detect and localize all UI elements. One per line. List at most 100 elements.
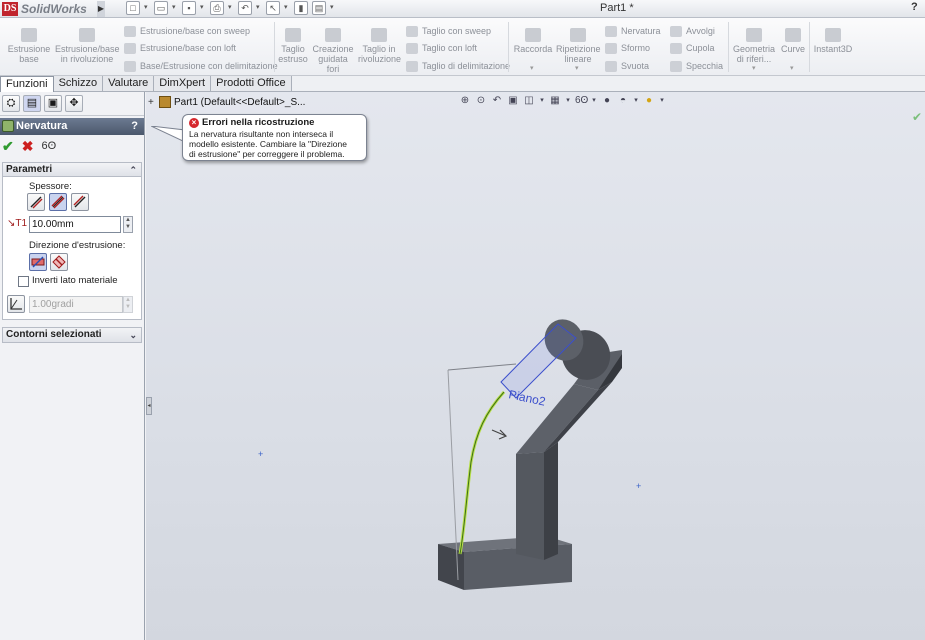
thickness-spinner[interactable]: ▲ ▼: [123, 216, 133, 233]
dimxpert-manager-tab-icon[interactable]: ✥: [65, 95, 83, 112]
boundary-boss-button[interactable]: Base/Estrusione con delimitazione: [124, 59, 278, 73]
instant3d-button[interactable]: Instant3D: [812, 28, 854, 54]
collapse-chevron-icon[interactable]: ⌃: [129, 163, 137, 177]
draft-angle-spinner[interactable]: ▲ ▼: [123, 296, 133, 313]
previous-view-icon[interactable]: ↶: [491, 95, 503, 107]
hole-wizard-button[interactable]: Creazione guidata fori: [311, 28, 355, 74]
apply-scene-icon[interactable]: ◓: [617, 95, 629, 107]
estrusione-base-button[interactable]: Estrusione base: [6, 28, 52, 64]
sweep-boss-button[interactable]: Estrusione/base con sweep: [124, 24, 250, 38]
revolve-cut-button[interactable]: Taglio in rivoluzione: [358, 28, 401, 64]
loft-boss-button[interactable]: Estrusione/base con loft: [124, 41, 236, 55]
thickness-side2-button[interactable]: [71, 193, 89, 211]
display-style-dropdown-icon[interactable]: ▾: [565, 95, 571, 107]
hide-show-items-icon[interactable]: 6ʘ: [575, 95, 588, 107]
parametri-header[interactable]: Parametri ⌃: [3, 163, 141, 177]
tab-schizzo[interactable]: Schizzo: [53, 76, 104, 91]
open-dropdown-icon[interactable]: ▾: [172, 1, 178, 15]
shell-button[interactable]: Svuota: [605, 59, 649, 73]
graphics-area[interactable]: Piano2 + + + Part1 (Default<<Default>_S.…: [146, 92, 925, 640]
tab-valutare[interactable]: Valutare: [103, 76, 155, 91]
view-orientation-dropdown-icon[interactable]: ▾: [539, 95, 545, 107]
thickness-both-sides-button[interactable]: [49, 193, 67, 211]
curves-dropdown-icon[interactable]: ▾: [790, 64, 794, 72]
undo-icon[interactable]: ↶: [238, 1, 252, 15]
view-settings-icon[interactable]: ●: [643, 95, 655, 107]
expand-plus-icon[interactable]: +: [148, 97, 156, 108]
property-manager-tab-icon[interactable]: ▤: [23, 95, 41, 112]
panel-collapse-handle[interactable]: ◂: [146, 397, 152, 415]
rib-button[interactable]: Nervatura: [605, 24, 661, 38]
cancel-x-icon[interactable]: ✖: [22, 138, 34, 155]
column-side-face[interactable]: [544, 442, 558, 560]
display-style-icon[interactable]: ▦: [549, 95, 561, 107]
draft-toggle-button[interactable]: [7, 295, 25, 313]
new-dropdown-icon[interactable]: ▾: [144, 1, 150, 15]
curves-button[interactable]: Curve: [778, 28, 808, 54]
sweep-cut-button[interactable]: Taglio con sweep: [406, 24, 491, 38]
zoom-to-area-icon[interactable]: ⊙: [475, 95, 487, 107]
tab-prodotti-office[interactable]: Prodotti Office: [211, 76, 292, 91]
apply-scene-dropdown-icon[interactable]: ▾: [633, 95, 639, 107]
configuration-manager-tab-icon[interactable]: ▣: [44, 95, 62, 112]
tab-funzioni[interactable]: Funzioni: [0, 76, 54, 92]
normal-to-sketch-button[interactable]: [50, 253, 68, 271]
solidworks-logo[interactable]: DS SolidWorks: [2, 1, 98, 17]
pattern-dropdown-icon[interactable]: ▾: [575, 64, 579, 72]
dome-button[interactable]: Cupola: [670, 41, 715, 55]
view-settings-dropdown-icon[interactable]: ▾: [659, 95, 665, 107]
save-dropdown-icon[interactable]: ▾: [200, 1, 206, 15]
detailed-preview-icon[interactable]: 6ʘ: [41, 140, 56, 152]
save-icon[interactable]: ▪: [182, 1, 196, 15]
ok-check-icon[interactable]: ✔: [2, 138, 14, 155]
help-icon[interactable]: ?: [911, 1, 918, 13]
inverti-lato-checkbox[interactable]: [18, 276, 29, 287]
pm-help-icon[interactable]: ?: [131, 118, 138, 135]
expand-chevron-icon[interactable]: ⌄: [129, 328, 137, 342]
reference-geometry-dropdown-icon[interactable]: ▾: [752, 64, 756, 72]
select-arrow-icon[interactable]: ↖: [266, 1, 280, 15]
open-folder-icon[interactable]: ▭: [154, 1, 168, 15]
options-icon[interactable]: ▤: [312, 1, 326, 15]
feature-manager-tab-icon[interactable]: ⛭: [2, 95, 20, 112]
undo-dropdown-icon[interactable]: ▾: [256, 1, 262, 15]
wrap-button[interactable]: Avvolgi: [670, 24, 715, 38]
model-canvas[interactable]: Piano2: [146, 92, 925, 640]
ds-logo-icon: DS: [2, 2, 18, 16]
column-front-face[interactable]: [516, 452, 544, 560]
zoom-to-fit-icon[interactable]: ⊕: [459, 95, 471, 107]
menu-expand-arrow-icon[interactable]: ▶: [97, 1, 105, 17]
draft-button[interactable]: Sformo: [605, 41, 650, 55]
mirror-button[interactable]: Specchia: [670, 59, 723, 73]
plane-label: Piano2: [507, 387, 547, 409]
reference-geometry-button[interactable]: Geometria di riferi...: [732, 28, 776, 64]
options-dropdown-icon[interactable]: ▾: [330, 1, 336, 15]
thickness-input[interactable]: 10.00mm: [29, 216, 121, 233]
part-tree-node[interactable]: Part1 (Default<<Default>_S...: [174, 97, 305, 108]
hide-show-dropdown-icon[interactable]: ▾: [591, 95, 597, 107]
confirmation-corner-icon[interactable]: ✔: [912, 110, 922, 124]
fillet-button[interactable]: Raccorda: [513, 28, 553, 54]
boundary-cut-button[interactable]: Taglio di delimitazione: [406, 59, 510, 73]
linear-pattern-button[interactable]: Ripetizione lineare: [556, 28, 601, 64]
contorni-header[interactable]: Contorni selezionati ⌄: [3, 328, 141, 342]
print-dropdown-icon[interactable]: ▾: [228, 1, 234, 15]
loft-cut-button[interactable]: Taglio con loft: [406, 41, 477, 55]
rivoluzione-base-button[interactable]: Estrusione/base in rivoluzione: [55, 28, 120, 64]
thickness-side1-button[interactable]: [27, 193, 45, 211]
rebuild-icon[interactable]: ▮: [294, 1, 308, 15]
taglio-estruso-button[interactable]: Taglio estruso: [278, 28, 308, 64]
new-document-icon[interactable]: □: [126, 1, 140, 15]
fillet-dropdown-icon[interactable]: ▾: [530, 64, 534, 72]
section-view-icon[interactable]: ▣: [507, 95, 519, 107]
edit-appearance-icon[interactable]: ●: [601, 95, 613, 107]
select-dropdown-icon[interactable]: ▾: [284, 1, 290, 15]
print-icon[interactable]: ⎙: [210, 1, 224, 15]
extrusion-direction-arrow[interactable]: [491, 429, 508, 440]
view-orientation-icon[interactable]: ◫: [523, 95, 535, 107]
parallel-to-sketch-button[interactable]: [29, 253, 47, 271]
tab-dimxpert[interactable]: DimXpert: [154, 76, 212, 91]
draft-angle-input[interactable]: 1.00gradi: [29, 296, 123, 313]
rib-sketch-curve[interactable]: [458, 390, 506, 555]
spessore-label: Spessore:: [29, 181, 72, 192]
